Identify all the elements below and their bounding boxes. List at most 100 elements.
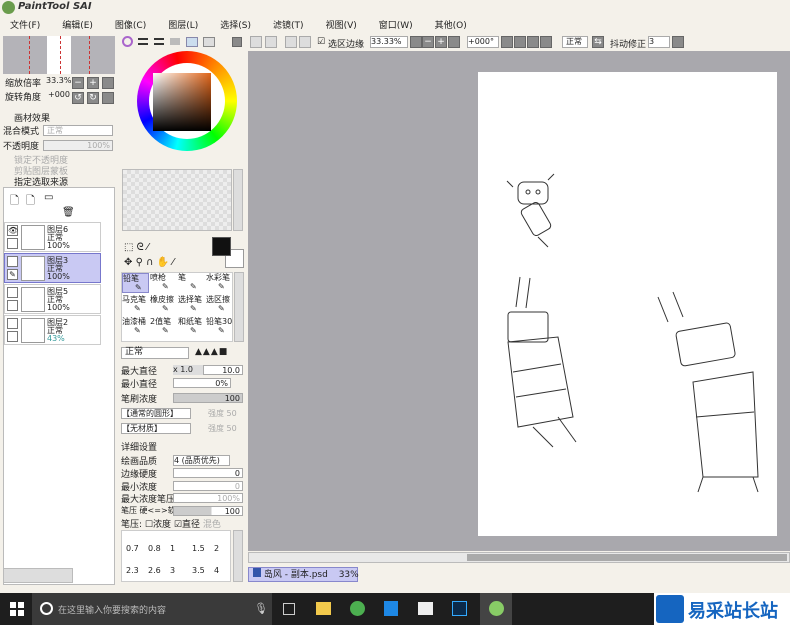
layer-lock[interactable] [7, 238, 18, 249]
brush-shape-select[interactable]: 【通常的圆形】 [121, 408, 191, 419]
menu-image[interactable]: 图像(C) [115, 21, 146, 31]
brush-size-preset[interactable]: 3.5 [192, 566, 205, 575]
size-checkbox[interactable]: ☑ [174, 520, 182, 530]
scroll-thumb[interactable] [467, 554, 787, 561]
stabilizer-select[interactable]: 3 [648, 36, 670, 48]
max-size-mult[interactable]: x 1.0 [173, 365, 203, 375]
menu-select[interactable]: 选择(S) [220, 21, 251, 31]
zoom-out-button[interactable]: − [72, 77, 84, 89]
visibility-toggle[interactable] [7, 287, 18, 298]
sai-taskbar-icon[interactable] [480, 593, 512, 625]
brush-mode-select[interactable]: 正常 [121, 347, 189, 359]
layer-item[interactable]: 👁 图层6 正常 100% [4, 222, 101, 252]
view-mode-select[interactable]: 正常 [562, 36, 588, 48]
brush-size-preset[interactable]: 2 [214, 544, 219, 553]
layer-item[interactable]: 图层2 正常 43% [4, 315, 101, 345]
rotate-left-button[interactable] [514, 36, 526, 48]
scratchpad-scrollbar[interactable] [233, 169, 243, 231]
zoom-tool-icon[interactable]: ⚲ [136, 257, 143, 268]
visibility-toggle[interactable] [7, 256, 18, 267]
density-slider[interactable]: 100 [173, 393, 243, 403]
rotate-reset-button[interactable] [102, 92, 114, 104]
rotate-left-button[interactable]: ↺ [72, 92, 84, 104]
pressure-slider[interactable]: 100 [173, 506, 243, 516]
menu-file[interactable]: 文件(F) [10, 21, 40, 31]
brush-size-preset[interactable]: 0.7 [126, 544, 139, 553]
swatch-tab-icon[interactable] [170, 38, 180, 45]
eyedropper-icon[interactable]: ⁄ [172, 257, 174, 268]
min-size-field[interactable]: 0% [173, 378, 231, 388]
rotate-reset-button[interactable] [540, 36, 552, 48]
brush-size-preset[interactable]: 1 [170, 544, 175, 553]
brush-shape-strength[interactable]: 强度 50 [208, 408, 237, 419]
menu-view[interactable]: 视图(V) [326, 21, 357, 31]
taskbar-search[interactable]: 在这里输入你要搜索的内容 🎙 [32, 593, 272, 625]
effects-toggle[interactable]: 画材效果 [3, 111, 50, 124]
move-icon[interactable]: ✥ [124, 257, 132, 268]
browser-icon[interactable] [350, 601, 365, 616]
scratchpad[interactable] [122, 169, 232, 231]
file-explorer-icon[interactable] [316, 602, 331, 615]
blend-mode-select[interactable]: 正常 [43, 125, 113, 136]
brush-shape-presets[interactable]: ▲▲▲■ [195, 347, 245, 359]
magic-wand-icon[interactable]: ⁄ [147, 242, 149, 253]
layer-lock[interactable] [7, 331, 18, 342]
zoom-in-button[interactable]: + [435, 36, 447, 48]
zoom-reset-button[interactable] [102, 77, 114, 89]
flip-button[interactable]: ⇆ [592, 36, 604, 48]
tool-scrollbar[interactable] [234, 272, 244, 342]
photos-icon[interactable] [418, 602, 433, 615]
tool-4[interactable]: 水彩笔 ✎ [206, 273, 233, 293]
tool-10[interactable]: 2值笔 ✎ [150, 317, 177, 337]
menu-filter[interactable]: 滤镜(T) [273, 21, 304, 31]
visibility-toggle[interactable] [7, 318, 18, 329]
rgb-slider-tab-icon[interactable] [138, 38, 148, 45]
microphone-icon[interactable]: 🎙 [254, 602, 268, 615]
details-toggle[interactable]: 详细设置 [121, 440, 157, 453]
deselect-button[interactable] [285, 36, 297, 48]
angle-select[interactable]: +000° [467, 36, 499, 48]
tool-3[interactable]: 笔 ✎ [178, 273, 205, 293]
quality-select[interactable]: 4 (品质优先) [173, 455, 230, 466]
menu-layer[interactable]: 图层(L) [168, 21, 198, 31]
new-folder-icon[interactable]: ▭ [44, 192, 53, 203]
brush-size-preset[interactable]: 2.3 [126, 566, 139, 575]
tool-11[interactable]: 和纸笔 ✎ [178, 317, 205, 337]
lasso-icon[interactable]: ᘓ [137, 242, 144, 253]
menu-edit[interactable]: 编辑(E) [62, 21, 93, 31]
selection-edge-checkbox[interactable]: ☑ [317, 37, 325, 47]
photoshop-icon[interactable] [452, 601, 467, 616]
zoom-dropdown[interactable] [410, 36, 422, 48]
saturation-value-square[interactable] [153, 73, 211, 131]
layer-scrollbar[interactable] [3, 568, 73, 583]
redo-button[interactable] [265, 36, 277, 48]
brush-size-preset[interactable]: 0.8 [148, 544, 161, 553]
angle-dropdown[interactable] [501, 36, 513, 48]
min-density-field[interactable]: 0 [173, 481, 243, 491]
new-linework-layer-icon[interactable]: 🗋 [26, 192, 35, 211]
visibility-toggle[interactable]: 👁 [7, 225, 18, 236]
density-checkbox[interactable]: ☐ [145, 520, 153, 530]
invert-selection-button[interactable] [299, 36, 311, 48]
opacity-slider[interactable]: 100% [43, 140, 113, 151]
layer-lock[interactable] [7, 300, 18, 311]
menu-window[interactable]: 窗口(W) [379, 21, 413, 31]
tool-6[interactable]: 橡皮擦 ✎ [150, 295, 177, 315]
hand-icon[interactable]: ✋ [157, 257, 169, 268]
palette-tab-icon[interactable] [203, 37, 215, 47]
undo-button[interactable] [250, 36, 262, 48]
tool-7[interactable]: 选择笔 ✎ [178, 295, 205, 315]
blend-option[interactable]: 混色 [203, 520, 221, 530]
zoom-select[interactable]: 33.33% [370, 36, 408, 48]
zoom-out-button[interactable]: − [422, 36, 434, 48]
zoom-fit-button[interactable] [448, 36, 460, 48]
tool-5[interactable]: 马克笔 ✎ [122, 295, 149, 315]
hsv-slider-tab-icon[interactable] [154, 38, 164, 45]
rect-select-icon[interactable]: ⬚ [124, 242, 133, 253]
tool-1[interactable]: 铅笔 ✎ [122, 273, 149, 293]
tool-12[interactable]: 铅笔30 ✎ [206, 317, 233, 337]
stabilizer-dropdown[interactable] [672, 36, 684, 48]
brush-size-preset[interactable]: 1.5 [192, 544, 205, 553]
edge-field[interactable]: 0 [173, 468, 243, 478]
texture-strength[interactable]: 强度 50 [208, 423, 237, 434]
